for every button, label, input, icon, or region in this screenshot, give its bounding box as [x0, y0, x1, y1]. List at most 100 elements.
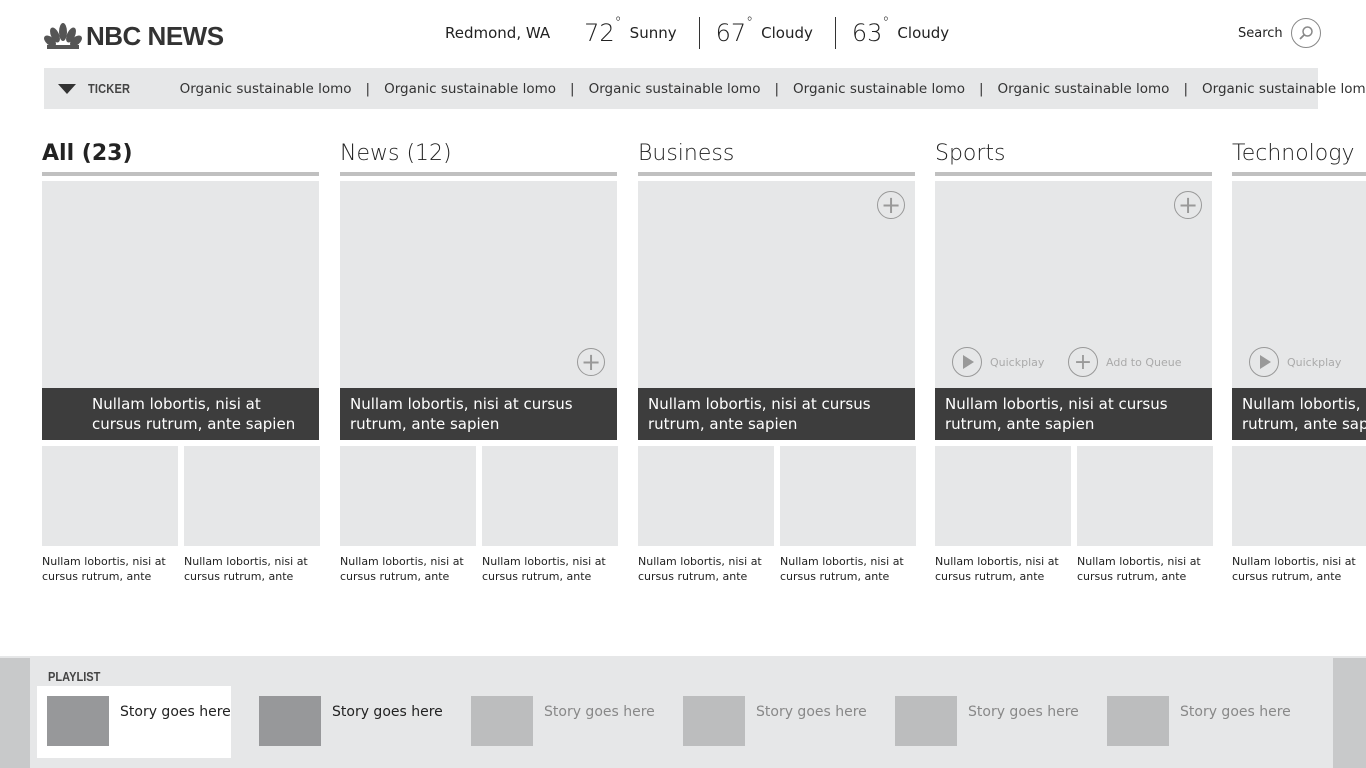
thumb-story[interactable]: Nullam lobortis, nisi at cursus rutrum, …	[482, 446, 618, 584]
playlist-thumb	[895, 696, 957, 746]
playlist-scroll-right[interactable]	[1333, 658, 1366, 768]
section-title[interactable]: Sports	[935, 140, 1212, 172]
ticker-item[interactable]: Organic sustainable lomo	[793, 81, 965, 97]
ticker-item[interactable]: Organic sustainable lomo	[180, 81, 352, 97]
thumb-story[interactable]: Nullam lobortis, nisi at cursus rutrum, …	[638, 446, 774, 584]
thumb-row: Nullam lobortis, nisi at cursus rutrum, …	[935, 446, 1213, 584]
thumb-caption[interactable]: Nullam lobortis, nisi at cursus rutrum, …	[1077, 554, 1213, 584]
add-to-queue-label: Add to Queue	[1106, 355, 1182, 369]
thumb-story[interactable]: Nullam lobortis, nisi at cursus rutrum, …	[1232, 446, 1366, 584]
thumb-row: Nullam lobortis, nisi at cursus rutrum, …	[340, 446, 618, 584]
playlist-item[interactable]: Story goes here	[1097, 686, 1291, 758]
hero-caption[interactable]: Nullam lobortis, nisi at cursus rutrum, …	[1232, 388, 1366, 440]
thumb-story[interactable]: Nullam lobortis, nisi at cursus rutrum, …	[1077, 446, 1213, 584]
section-divider	[1232, 172, 1366, 176]
degree-symbol: °	[882, 15, 890, 31]
hero-story[interactable]: + Nullam lobortis, nisi at cursus rutrum…	[638, 181, 915, 440]
quickplay-button[interactable]: Quickplay	[1249, 347, 1341, 377]
thumb-story[interactable]: Nullam lobortis, nisi at cursus rutrum, …	[935, 446, 1071, 584]
ticker-item[interactable]: Organic sustainable lomo	[384, 81, 556, 97]
section-title[interactable]: All (23)	[42, 140, 319, 172]
playlist-thumb	[471, 696, 533, 746]
thumb-caption[interactable]: Nullam lobortis, nisi at cursus rutrum, …	[340, 554, 476, 584]
weather-condition: Cloudy	[761, 24, 813, 42]
hero-story[interactable]: + Nullam lobortis, nisi at cursus rutrum…	[340, 181, 617, 440]
playlist-label: PLAYLIST	[48, 669, 101, 684]
quickplay-button[interactable]: Quickplay	[952, 347, 1044, 377]
add-to-queue-button[interactable]: +	[1174, 191, 1202, 219]
search-label[interactable]: Search	[1238, 26, 1283, 41]
weather-condition: Cloudy	[897, 24, 950, 42]
playlist-item[interactable]: Story goes here	[885, 686, 1079, 758]
playlist-item[interactable]: Story goes here	[461, 686, 655, 758]
thumb-story[interactable]: Nullam lobortis, nisi at cursus rutrum, …	[340, 446, 476, 584]
thumb-image[interactable]	[482, 446, 618, 546]
thumb-image[interactable]	[1077, 446, 1213, 546]
thumb-image[interactable]	[340, 446, 476, 546]
thumb-image[interactable]	[935, 446, 1071, 546]
hero-caption[interactable]: Nullam lobortis, nisi at cursus rutrum, …	[340, 388, 617, 440]
nbc-news-logo[interactable]: NBC NEWS	[44, 21, 224, 51]
thumb-caption[interactable]: Nullam lobortis, nisi at cursus rutrum, …	[42, 554, 178, 584]
playlist-item[interactable]: Story goes here	[37, 686, 231, 758]
section-business: Business + Nullam lobortis, nisi at curs…	[638, 140, 916, 584]
section-divider	[42, 172, 319, 176]
thumb-story[interactable]: Nullam lobortis, nisi at cursus rutrum, …	[780, 446, 916, 584]
hero-caption[interactable]: Nullam lobortis, nisi at cursus rutrum, …	[935, 388, 1212, 440]
search-control[interactable]: Search	[1238, 18, 1321, 48]
thumb-story[interactable]: Nullam lobortis, nisi at cursus rutrum, …	[184, 446, 320, 584]
thumb-story[interactable]: Nullam lobortis, nisi at cursus rutrum, …	[42, 446, 178, 584]
hero-story[interactable]: + Quickplay + Add to Queue Nullam lobort…	[935, 181, 1212, 440]
section-divider	[935, 172, 1212, 176]
thumb-row: Nullam lobortis, nisi at cursus rutrum, …	[638, 446, 916, 584]
thumb-image[interactable]	[638, 446, 774, 546]
thumb-caption[interactable]: Nullam lobortis, nisi at cursus rutrum, …	[184, 554, 320, 584]
thumb-image[interactable]	[42, 446, 178, 546]
section-sports: Sports + Quickplay + Add to Queue Nullam…	[935, 140, 1213, 584]
plus-icon: +	[1068, 347, 1098, 377]
ticker-separator: |	[978, 80, 984, 97]
playlist-thumb	[259, 696, 321, 746]
quickplay-label: Quickplay	[990, 355, 1045, 369]
plus-icon: +	[880, 191, 902, 219]
section-title[interactable]: Technology	[1232, 140, 1366, 172]
section-title[interactable]: News (12)	[340, 140, 617, 172]
weather-widget: Redmond, WA 72° Sunny 67° Cloudy 63° Clo…	[445, 15, 950, 50]
thumb-image[interactable]	[184, 446, 320, 546]
plus-icon: +	[1177, 191, 1199, 219]
thumb-caption[interactable]: Nullam lobortis, nisi at cursus rutrum, …	[1232, 554, 1366, 584]
playlist-scroll-left[interactable]	[0, 658, 30, 768]
hero-story[interactable]: Nullam lobortis, nisi at cursus rutrum, …	[42, 181, 319, 440]
playlist-thumb	[1107, 696, 1169, 746]
search-button[interactable]	[1290, 18, 1321, 48]
caret-down-icon[interactable]	[58, 83, 76, 94]
playlist-item[interactable]: Story goes here	[249, 686, 443, 758]
weather-location: Redmond, WA	[445, 24, 551, 42]
add-to-queue-action[interactable]: + Add to Queue	[1068, 347, 1181, 377]
thumb-row: Nullam lobortis, nisi at cursus rutrum, …	[1232, 446, 1366, 584]
ticker-separator: |	[774, 80, 780, 97]
thumb-caption[interactable]: Nullam lobortis, nisi at cursus rutrum, …	[482, 554, 618, 584]
thumb-image[interactable]	[780, 446, 916, 546]
ticker-item[interactable]: Organic sustainable lomo	[589, 81, 761, 97]
section-title[interactable]: Business	[638, 140, 915, 172]
ticker-label[interactable]: TICKER	[88, 81, 130, 96]
hero-caption[interactable]: Nullam lobortis, nisi at cursus rutrum, …	[638, 388, 915, 440]
hero-caption[interactable]: Nullam lobortis, nisi at cursus rutrum, …	[42, 388, 319, 440]
add-to-queue-button[interactable]: +	[877, 191, 905, 219]
weather-divider	[834, 17, 836, 49]
add-to-queue-button[interactable]: +	[577, 348, 605, 376]
ticker-item[interactable]: Organic sustainable lomo	[998, 81, 1170, 97]
hero-story[interactable]: Quickplay Nullam lobortis, nisi at cursu…	[1232, 181, 1366, 440]
weather-day-after: 63° Cloudy	[851, 15, 950, 47]
playlist-item[interactable]: Story goes here	[673, 686, 867, 758]
thumb-caption[interactable]: Nullam lobortis, nisi at cursus rutrum, …	[935, 554, 1071, 584]
thumb-caption[interactable]: Nullam lobortis, nisi at cursus rutrum, …	[780, 554, 916, 584]
play-icon	[1249, 347, 1279, 377]
ticker-item[interactable]: Organic sustainable lomo	[1202, 81, 1366, 97]
search-icon	[1299, 26, 1313, 40]
thumb-image[interactable]	[1232, 446, 1366, 546]
thumb-caption[interactable]: Nullam lobortis, nisi at cursus rutrum, …	[638, 554, 774, 584]
ticker-items: Organic sustainable lomo | Organic susta…	[180, 81, 1366, 97]
weather-temp: 63	[851, 19, 883, 47]
